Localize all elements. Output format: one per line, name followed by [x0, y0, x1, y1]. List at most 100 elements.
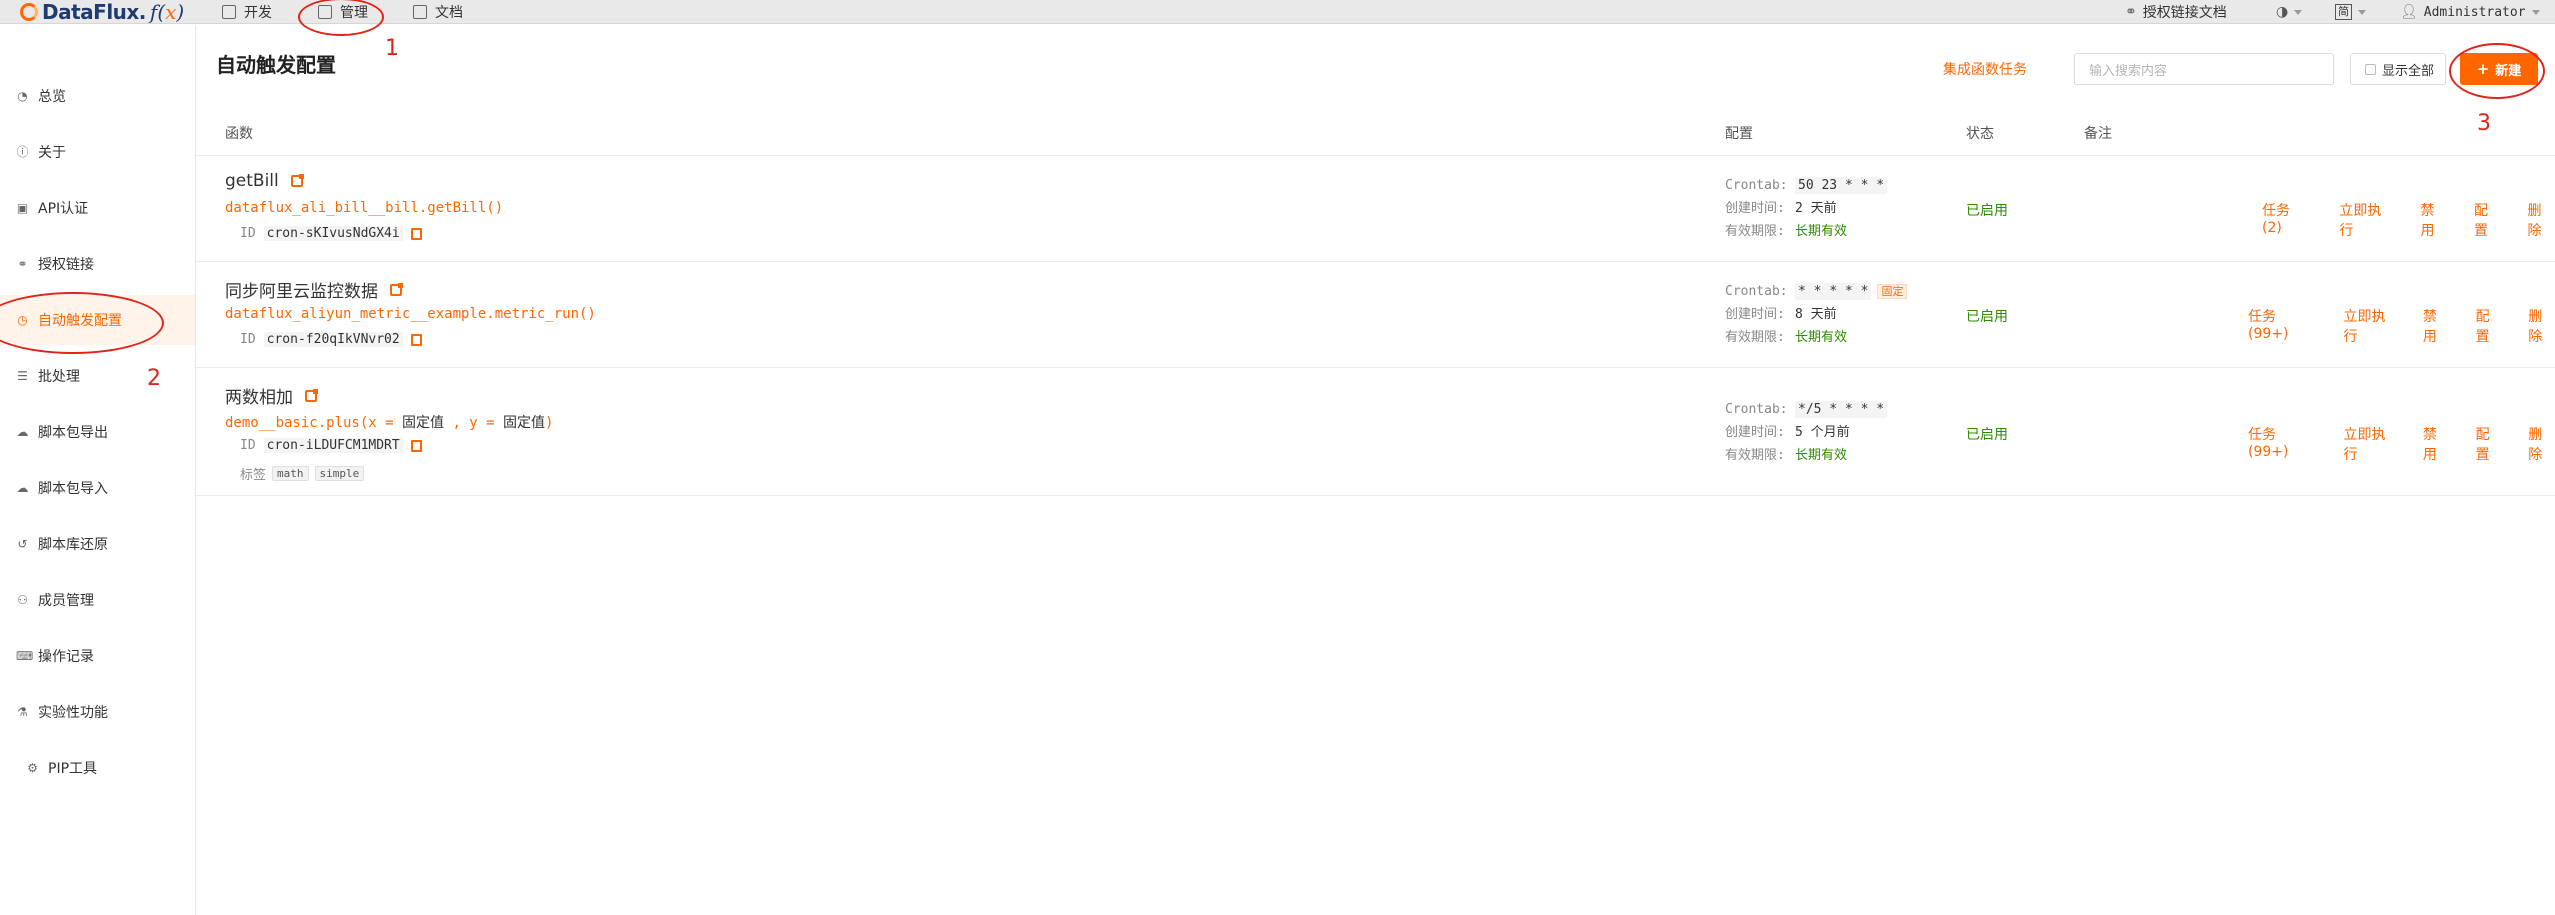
tasks-link[interactable]: 任务 (2) [2262, 200, 2313, 240]
func-code-name[interactable]: dataflux_aliyun_metric__example.metric_r… [225, 306, 596, 322]
chevron-down-icon [2531, 9, 2540, 15]
delete-link[interactable]: 删除 [2528, 424, 2555, 464]
sidebar-item-operation-log[interactable]: ⌨ 操作记录 [0, 631, 195, 681]
id-label: ID [240, 438, 256, 453]
sidebar-item-script-import[interactable]: ☁ 脚本包导入 [0, 463, 195, 513]
theme-toggle[interactable]: ◑ [2276, 0, 2303, 24]
chevron-down-icon [2294, 9, 2303, 15]
sidebar-item-label: 操作记录 [38, 649, 94, 665]
sidebar-item-experimental[interactable]: ⚗ 实验性功能 [0, 687, 195, 737]
list-icon: ☰ [17, 368, 28, 383]
show-all-toggle[interactable]: 显示全部 [2350, 53, 2446, 85]
func-id: ID cron-sKIvusNdGX4i [240, 226, 422, 241]
func-code-name[interactable]: dataflux_ali_bill__bill.getBill() [225, 200, 503, 216]
edit-icon [222, 5, 236, 19]
contrast-icon: ◑ [2276, 4, 2289, 20]
crontab-label: Crontab: [1725, 284, 1788, 299]
created-label: 创建时间: [1725, 201, 1785, 216]
delete-link[interactable]: 删除 [2527, 200, 2555, 240]
delete-link[interactable]: 删除 [2528, 306, 2555, 346]
func-title: 两数相加 [225, 383, 318, 408]
run-now-link[interactable]: 立即执行 [2339, 200, 2394, 240]
config-block: Crontab: 50 23 * * * 创建时间: 2 天前 有效期限: 长期有效 [1725, 174, 1888, 243]
config-link[interactable]: 配置 [2474, 200, 2502, 240]
code-suffix: ) [545, 415, 554, 431]
sidebar-item-about[interactable]: ⓘ 关于 [0, 127, 195, 177]
run-now-link[interactable]: 立即执行 [2344, 424, 2397, 464]
user-menu[interactable]: 👤︎ Administrator [2400, 0, 2540, 24]
func-title: getBill [225, 171, 304, 191]
sidebar-item-batch[interactable]: ☰ 批处理 [0, 351, 195, 401]
config-block: Crontab: * * * * * 固定 创建时间: 8 天前 有效期限: 长期有效 [1725, 280, 1908, 349]
nav-develop-label: 开发 [244, 5, 272, 21]
auth-link-doc-link[interactable]: ⚭ 授权链接文档 [2125, 0, 2227, 24]
tag[interactable]: math [272, 466, 309, 481]
sidebar-item-api-auth[interactable]: ▣ API认证 [0, 183, 195, 233]
nav-manage[interactable]: 管理 [318, 0, 368, 24]
cubes-icon: ⚙ [27, 760, 38, 775]
lock-icon: ▣ [16, 200, 29, 215]
valid-value: 长期有效 [1795, 330, 1848, 345]
sidebar-item-crontab-config[interactable]: ◷ 自动触发配置 [0, 295, 195, 345]
created-label: 创建时间: [1725, 307, 1785, 322]
sidebar-item-script-export[interactable]: ☁ 脚本包导出 [0, 407, 195, 457]
sidebar-item-auth-link[interactable]: ⚭ 授权链接 [0, 239, 195, 289]
sidebar-item-script-restore[interactable]: ↺ 脚本库还原 [0, 519, 195, 569]
search-input[interactable]: 输入搜索内容 [2074, 53, 2334, 85]
chevron-down-icon [2358, 9, 2366, 15]
id-value: cron-sKIvusNdGX4i [263, 226, 403, 241]
user-name: Administrator [2423, 4, 2526, 20]
valid-label: 有效期限: [1725, 330, 1785, 345]
disable-link[interactable]: 禁用 [2423, 306, 2450, 346]
disable-link[interactable]: 禁用 [2420, 200, 2448, 240]
annotation-number: 3 [2477, 111, 2491, 136]
tag-list: 标签 math simple [240, 464, 365, 483]
manage-icon [318, 5, 332, 19]
crontab-label: Crontab: [1725, 178, 1788, 193]
status-badge: 已启用 [1966, 309, 2008, 325]
page-title: 自动触发配置 [216, 53, 336, 77]
func-code-name[interactable]: demo__basic.plus(x = 固定值 , y = 固定值) [225, 412, 553, 432]
nav-develop[interactable]: 开发 [222, 0, 272, 24]
config-link[interactable]: 配置 [2476, 424, 2503, 464]
crontab-value: */5 * * * * [1795, 401, 1888, 418]
user-icon: 👤︎ [2400, 4, 2418, 20]
code-fixed-value: 固定值 [402, 415, 445, 431]
open-external-icon[interactable] [305, 388, 318, 402]
sidebar-item-members[interactable]: ⚇ 成员管理 [0, 575, 195, 625]
link-icon: ⚭ [2125, 4, 2137, 20]
tasks-link[interactable]: 任务 (99+) [2248, 306, 2318, 346]
flask-icon: ⚗ [17, 704, 28, 719]
crontab-value: 50 23 * * * [1795, 177, 1888, 194]
sidebar-item-label: 授权链接 [38, 257, 94, 273]
copy-icon[interactable] [410, 333, 422, 346]
nav-manage-label: 管理 [340, 5, 368, 21]
tag[interactable]: simple [314, 466, 365, 481]
logo-text: DataFlux. [42, 0, 146, 24]
nav-docs[interactable]: 文档 [413, 0, 463, 24]
sidebar-item-pip-tool[interactable]: ⚙ PIP工具 [0, 743, 195, 793]
valid-label: 有效期限: [1725, 448, 1785, 463]
info-icon: ⓘ [16, 144, 29, 159]
sidebar-item-label: 实验性功能 [38, 705, 108, 721]
copy-icon[interactable] [410, 227, 422, 240]
disable-link[interactable]: 禁用 [2423, 424, 2450, 464]
users-icon: ⚇ [17, 592, 28, 607]
run-now-link[interactable]: 立即执行 [2344, 306, 2397, 346]
divider [196, 261, 2555, 262]
sidebar-item-overview[interactable]: ◔ 总览 [0, 71, 195, 121]
status-badge: 已启用 [1966, 427, 2008, 443]
language-select[interactable]: 简 [2335, 0, 2366, 24]
app-logo[interactable]: DataFlux. f(x) [20, 0, 185, 24]
cloud-upload-icon: ☁ [16, 480, 29, 495]
link-icon: ⚭ [17, 256, 28, 271]
logo-fx-mark: f(x) [149, 0, 185, 24]
copy-icon[interactable] [410, 439, 422, 452]
open-external-icon[interactable] [390, 282, 403, 296]
open-external-icon[interactable] [290, 174, 304, 187]
new-button[interactable]: + 新建 [2460, 53, 2538, 85]
integration-func-task-link[interactable]: 集成函数任务 [1943, 59, 2027, 79]
config-link[interactable]: 配置 [2476, 306, 2503, 346]
show-all-checkbox[interactable] [2365, 63, 2376, 75]
tasks-link[interactable]: 任务 (99+) [2248, 424, 2318, 464]
